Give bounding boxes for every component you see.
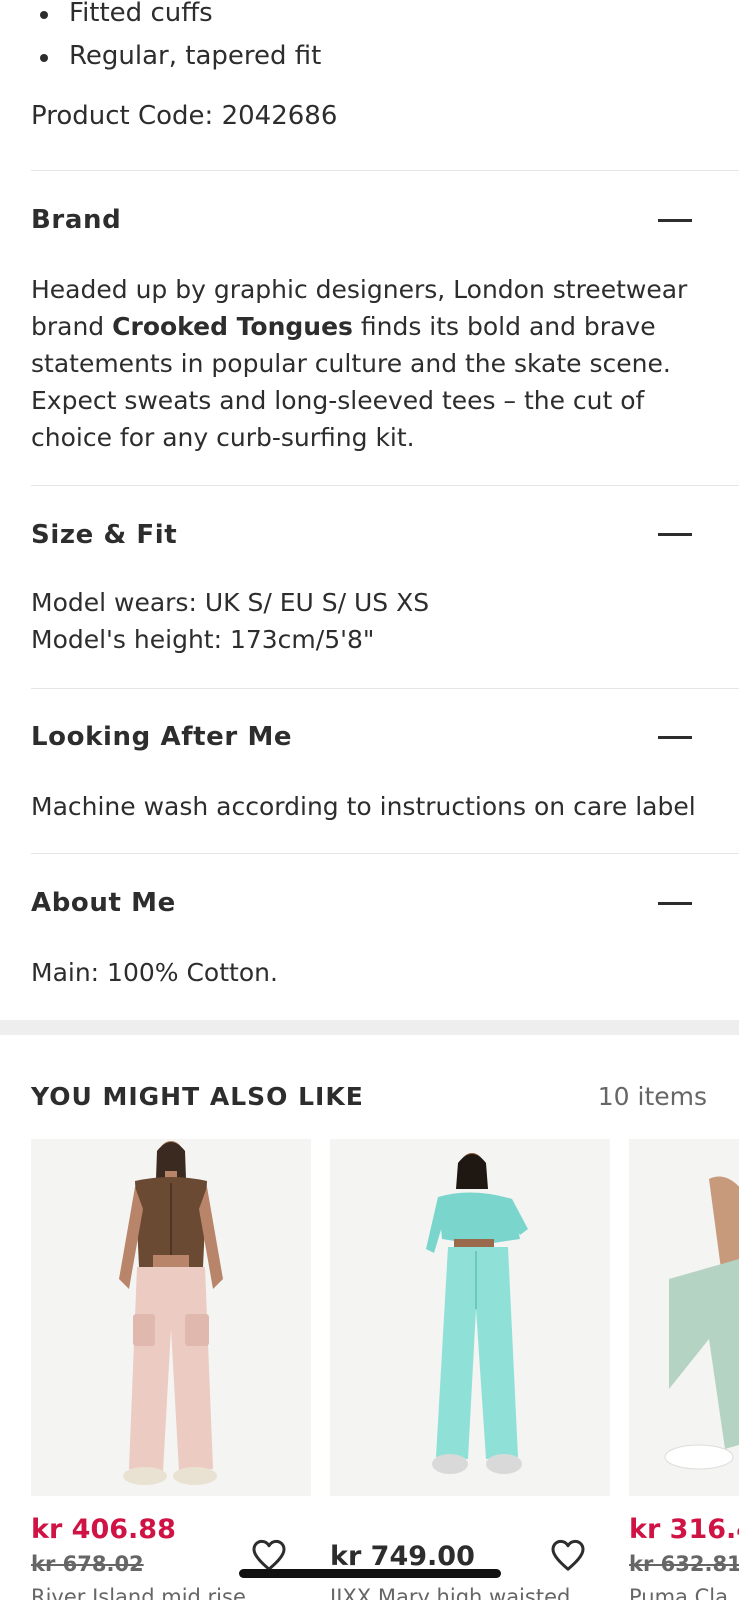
original-price: kr 632.81 bbox=[629, 1552, 739, 1576]
collapse-minus-icon[interactable] bbox=[658, 219, 692, 222]
heart-icon[interactable] bbox=[548, 1535, 588, 1575]
product-image-mint-suit[interactable] bbox=[330, 1139, 610, 1496]
divider bbox=[31, 688, 739, 689]
product-page: Fitted cuffs Regular, tapered fit Produc… bbox=[0, 0, 739, 1600]
product-name: Puma Cla bbox=[629, 1585, 728, 1600]
section-title-brand[interactable]: Brand bbox=[31, 205, 121, 235]
detail-bullet: Fitted cuffs bbox=[31, 0, 321, 35]
size-fit-info: Model wears: UK S/ EU S/ US XS Model's h… bbox=[31, 584, 699, 658]
product-details-list: Fitted cuffs Regular, tapered fit bbox=[31, 0, 321, 78]
product-code: Product Code: 2042686 bbox=[31, 101, 338, 131]
collapse-minus-icon[interactable] bbox=[658, 902, 692, 905]
product-image-sage-flares[interactable] bbox=[629, 1139, 739, 1496]
product-image-pink-cargo-trousers[interactable] bbox=[31, 1139, 311, 1496]
product-name: River Island mid rise bbox=[31, 1585, 246, 1600]
price: kr 749.00 bbox=[330, 1541, 475, 1572]
sale-price: kr 406.88 bbox=[31, 1514, 176, 1545]
recommendations-count: 10 items bbox=[597, 1082, 707, 1111]
material-info: Main: 100% Cotton. bbox=[31, 958, 278, 987]
divider bbox=[31, 485, 739, 486]
collapse-minus-icon[interactable] bbox=[658, 736, 692, 739]
product-card[interactable]: kr 406.88 kr 678.02 River Island mid ris… bbox=[31, 1139, 311, 1600]
recommendations-title: YOU MIGHT ALSO LIKE bbox=[31, 1082, 364, 1111]
product-card[interactable]: kr 316.4 kr 632.81 Puma Cla bbox=[629, 1139, 739, 1600]
section-title-size-fit[interactable]: Size & Fit bbox=[31, 520, 177, 550]
collapse-minus-icon[interactable] bbox=[658, 533, 692, 536]
brand-name: Crooked Tongues bbox=[112, 312, 353, 341]
brand-description: Headed up by graphic designers, London s… bbox=[31, 271, 699, 456]
product-card[interactable]: kr 749.00 JJXX Mary high waisted bbox=[330, 1139, 610, 1600]
section-separator-band bbox=[0, 1020, 739, 1035]
divider bbox=[31, 170, 739, 171]
section-title-care[interactable]: Looking After Me bbox=[31, 722, 292, 752]
model-size: Model wears: UK S/ EU S/ US XS bbox=[31, 588, 430, 617]
care-instructions: Machine wash according to instructions o… bbox=[31, 792, 696, 821]
model-height: Model's height: 173cm/5'8" bbox=[31, 625, 375, 654]
divider bbox=[31, 853, 739, 854]
sale-price: kr 316.4 bbox=[629, 1514, 739, 1545]
detail-bullet: Regular, tapered fit bbox=[31, 35, 321, 78]
section-title-about[interactable]: About Me bbox=[31, 888, 176, 918]
original-price: kr 678.02 bbox=[31, 1552, 144, 1576]
product-name: JJXX Mary high waisted bbox=[330, 1585, 571, 1600]
home-indicator[interactable] bbox=[239, 1569, 501, 1578]
